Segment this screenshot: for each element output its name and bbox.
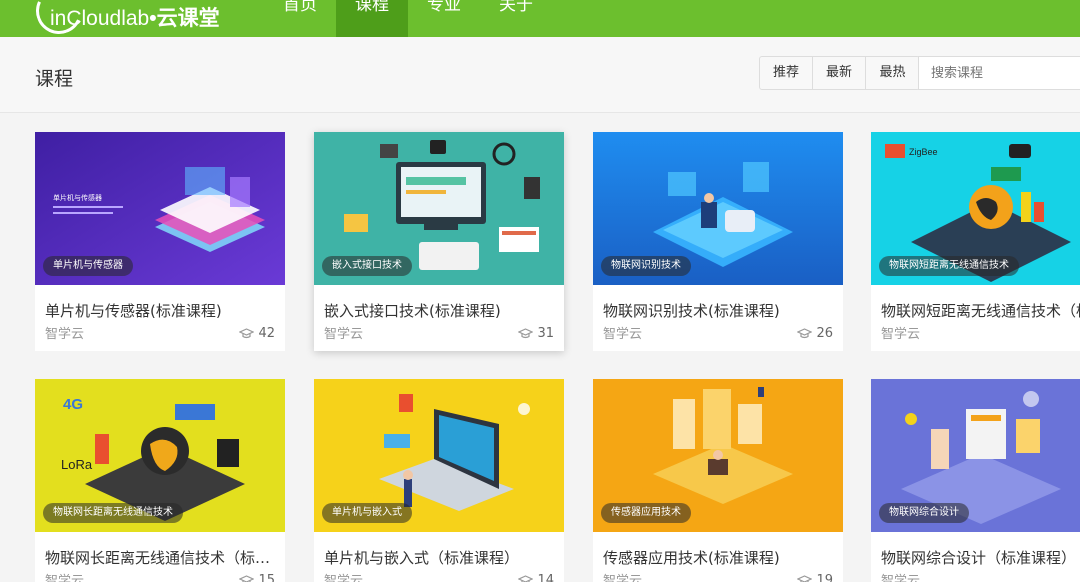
- course-card[interactable]: 单片机与嵌入式 单片机与嵌入式（标准课程） 智学云 14: [314, 379, 564, 582]
- course-tag: 传感器应用技术: [601, 503, 691, 523]
- course-title: 物联网综合设计（标准课程）: [881, 549, 1077, 567]
- course-card[interactable]: 4G LoRa 物联网长距离无线通信技术 物联网长距离无线通信技术（标准课程） …: [35, 379, 285, 582]
- student-count-value: 26: [816, 326, 833, 341]
- course-author: 智学云: [603, 574, 643, 582]
- course-author: 智学云: [324, 327, 364, 342]
- student-count: 31: [518, 326, 554, 341]
- graduation-cap-icon: [797, 328, 813, 339]
- course-card[interactable]: ZigBee 物联网短距离无线通信技术 物联网短距离无线通信技术（标准课程） 智…: [871, 132, 1080, 351]
- course-author: 智学云: [45, 327, 85, 342]
- student-count: 15: [239, 573, 275, 582]
- nav-courses[interactable]: 课程: [336, 0, 408, 37]
- svg-text:ZigBee: ZigBee: [909, 147, 938, 157]
- course-author: 智学云: [603, 327, 643, 342]
- student-count: 14: [518, 573, 554, 582]
- student-count-value: 42: [258, 326, 275, 341]
- sort-button-group: 推荐 最新 最热: [759, 56, 920, 90]
- svg-text:LoRa: LoRa: [61, 457, 93, 472]
- course-author: 智学云: [45, 574, 85, 582]
- sort-recommended-button[interactable]: 推荐: [760, 57, 813, 89]
- course-tag: 单片机与嵌入式: [322, 503, 412, 523]
- course-title: 物联网短距离无线通信技术（标准课程）: [881, 302, 1080, 320]
- course-tag: 物联网识别技术: [601, 256, 691, 276]
- course-author: 智学云: [324, 574, 364, 582]
- student-count: 19: [797, 573, 833, 582]
- course-card[interactable]: 传感器应用技术 传感器应用技术(标准课程) 智学云 19: [593, 379, 843, 582]
- course-tag: 物联网长距离无线通信技术: [43, 503, 183, 523]
- course-author: 智学云: [881, 327, 921, 342]
- svg-text:单片机与传感器: 单片机与传感器: [53, 193, 102, 202]
- nav-about[interactable]: 关于: [480, 0, 552, 37]
- course-tag: 物联网短距离无线通信技术: [879, 256, 1019, 276]
- course-tag: 物联网综合设计: [879, 503, 969, 523]
- student-count-value: 31: [537, 326, 554, 341]
- sort-newest-button[interactable]: 最新: [813, 57, 866, 89]
- student-count: 42: [239, 326, 275, 341]
- logo-text: inCloudlab•云课堂: [50, 7, 220, 30]
- course-card[interactable]: 嵌入式接口技术 嵌入式接口技术(标准课程) 智学云 31: [314, 132, 564, 351]
- course-card[interactable]: 物联网综合设计 物联网综合设计（标准课程） 智学云: [871, 379, 1080, 582]
- course-tag: 嵌入式接口技术: [322, 256, 412, 276]
- graduation-cap-icon: [797, 575, 813, 582]
- graduation-cap-icon: [239, 575, 255, 582]
- course-title: 单片机与嵌入式（标准课程）: [324, 549, 520, 567]
- course-title: 嵌入式接口技术(标准课程): [324, 302, 501, 320]
- sort-hottest-button[interactable]: 最热: [866, 57, 919, 89]
- graduation-cap-icon: [518, 575, 534, 582]
- course-title: 单片机与传感器(标准课程): [45, 302, 222, 320]
- svg-text:4G: 4G: [63, 396, 83, 413]
- nav-home[interactable]: 首页: [264, 0, 336, 37]
- main-nav: 首页 课程 专业 关于: [264, 0, 552, 37]
- nav-majors[interactable]: 专业: [408, 0, 480, 37]
- top-nav-bar: inCloudlab•云课堂 首页 课程 专业 关于: [0, 0, 1080, 41]
- course-card[interactable]: 物联网识别技术 物联网识别技术(标准课程) 智学云 26: [593, 132, 843, 351]
- page-title: 课程: [35, 68, 74, 90]
- page-header: 课程 推荐 最新 最热: [0, 37, 1080, 113]
- course-tag: 单片机与传感器: [43, 256, 133, 276]
- student-count-value: 14: [537, 573, 554, 582]
- course-card[interactable]: 单片机与传感器 单片机与传感器 单片机与传感器(标准课程) 智学云 42: [35, 132, 285, 351]
- student-count-value: 19: [816, 573, 833, 582]
- graduation-cap-icon: [518, 328, 534, 339]
- search-input[interactable]: [918, 56, 1080, 90]
- student-count: 26: [797, 326, 833, 341]
- course-title: 传感器应用技术(标准课程): [603, 549, 780, 567]
- graduation-cap-icon: [239, 328, 255, 339]
- student-count-value: 15: [258, 573, 275, 582]
- course-author: 智学云: [881, 574, 921, 582]
- course-title: 物联网识别技术(标准课程): [603, 302, 780, 320]
- course-title: 物联网长距离无线通信技术（标准课程）: [45, 549, 277, 567]
